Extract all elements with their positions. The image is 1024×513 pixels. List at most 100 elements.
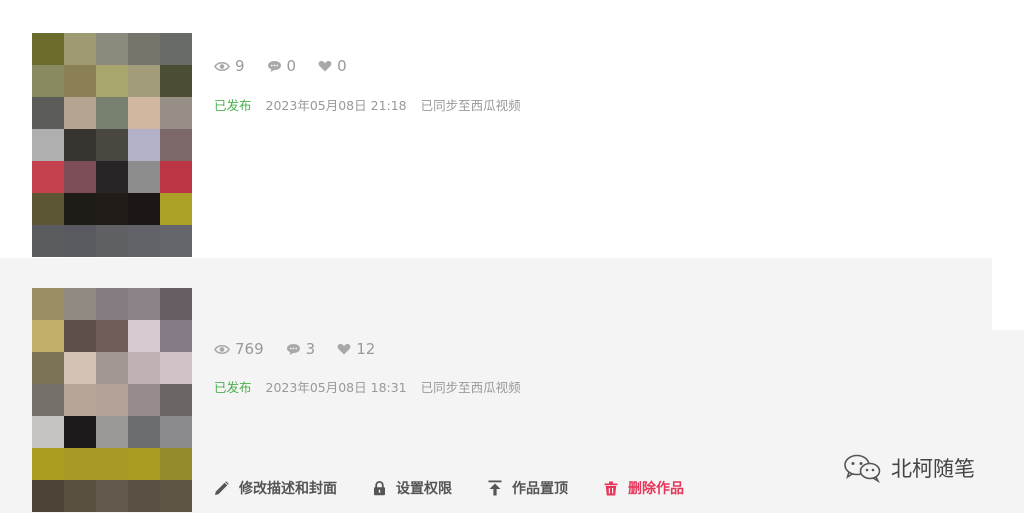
thumbnail-mosaic-cell [128,193,160,225]
thumbnail-mosaic-cell [64,129,96,161]
comments-count: 0 [286,57,297,75]
status-badge: 已发布 [214,380,252,395]
watermark-text: 北柯随笔 [891,457,975,481]
thumbnail-mosaic-cell [64,384,96,416]
thumbnail-mosaic-cell [128,352,160,384]
post-actions: 修改描述和封面 设置权限 作品置顶 删除作品 [214,478,720,498]
thumbnail-mosaic-cell [128,97,160,129]
post-thumbnail[interactable] [32,288,192,512]
thumbnail-mosaic-cell [96,480,128,512]
views-count: 9 [235,57,245,75]
edit-description-label: 修改描述和封面 [239,481,337,497]
watermark: 北柯随笔 [843,453,975,483]
thumbnail-mosaic-cell [32,416,64,448]
set-permissions-label: 设置权限 [396,481,452,497]
publish-date: 2023年05月08日 21:18 [265,98,407,113]
thumbnail-mosaic-cell [32,33,64,65]
post-thumbnail[interactable] [32,33,192,257]
thumbnail-mosaic-cell [160,480,192,512]
thumbnail-mosaic-cell [96,65,128,97]
thumbnail-mosaic-cell [160,97,192,129]
thumbnail-mosaic-cell [160,161,192,193]
heart-icon [318,61,332,72]
delete-post-label: 删除作品 [628,481,684,497]
status-badge: 已发布 [214,98,252,113]
thumbnail-mosaic-cell [128,448,160,480]
thumbnail-mosaic-cell [64,288,96,320]
thumbnail-mosaic-cell [128,384,160,416]
thumbnail-mosaic-cell [64,33,96,65]
thumbnail-mosaic-cell [160,65,192,97]
thumbnail-mosaic-cell [160,288,192,320]
thumbnail-mosaic-cell [64,480,96,512]
thumbnail-mosaic-cell [64,65,96,97]
thumbnail-mosaic-cell [160,33,192,65]
thumbnail-mosaic-cell [96,129,128,161]
thumbnail-mosaic-cell [64,416,96,448]
thumbnail-mosaic-cell [64,448,96,480]
thumbnail-mosaic-cell [96,161,128,193]
sync-status: 已同步至西瓜视频 [420,380,521,395]
likes-stat: 12 [337,340,375,358]
thumbnail-mosaic-cell [32,448,64,480]
heart-icon [337,344,351,355]
thumbnail-mosaic-cell [96,97,128,129]
publish-date: 2023年05月08日 18:31 [265,380,407,395]
thumbnail-mosaic-cell [32,129,64,161]
eye-icon [214,61,230,71]
comment-icon [267,60,281,72]
thumbnail-mosaic-cell [160,129,192,161]
post-stats: 9 0 0 [214,57,369,75]
thumbnail-mosaic-cell [128,129,160,161]
thumbnail-mosaic-cell [32,225,64,257]
edit-description-button[interactable]: 修改描述和封面 [214,478,337,498]
thumbnail-mosaic-cell [64,193,96,225]
wechat-icon [844,454,881,483]
thumbnail-mosaic-cell [64,320,96,352]
comments-stat: 0 [267,57,297,75]
thumbnail-mosaic-cell [96,352,128,384]
thumbnail-mosaic-cell [32,384,64,416]
thumbnail-mosaic-cell [128,480,160,512]
thumbnail-mosaic-cell [96,416,128,448]
pin-post-label: 作品置顶 [512,481,568,497]
pencil-icon [215,480,229,495]
eye-icon [214,344,230,354]
thumbnail-mosaic-cell [32,320,64,352]
thumbnail-mosaic-cell [128,225,160,257]
thumbnail-mosaic-cell [128,161,160,193]
thumbnail-mosaic-cell [160,225,192,257]
thumbnail-mosaic-cell [128,288,160,320]
thumbnail-mosaic-cell [32,352,64,384]
lock-icon [374,480,385,495]
pin-post-button[interactable]: 作品置顶 [488,478,568,498]
thumbnail-mosaic-cell [96,320,128,352]
likes-count: 0 [337,57,347,75]
thumbnail-mosaic-cell [160,352,192,384]
thumbnail-mosaic-cell [128,320,160,352]
thumbnail-mosaic-cell [160,448,192,480]
likes-count: 12 [356,340,376,358]
thumbnail-mosaic-cell [96,288,128,320]
views-stat: 9 [214,57,245,75]
thumbnail-mosaic-cell [64,352,96,384]
delete-post-button[interactable]: 删除作品 [604,478,684,498]
post-meta: 已发布 2023年05月08日 18:31 已同步至西瓜视频 [214,377,521,396]
thumbnail-mosaic-cell [64,161,96,193]
thumbnail-mosaic-cell [96,225,128,257]
thumbnail-mosaic-cell [96,448,128,480]
thumbnail-mosaic-cell [64,225,96,257]
thumbnail-mosaic-cell [32,480,64,512]
thumbnail-mosaic-cell [128,65,160,97]
views-count: 769 [235,340,264,358]
set-permissions-button[interactable]: 设置权限 [373,478,452,498]
post-card: 9 0 0 已发布 2023年05月08日 21:18 已同步至西瓜视频 [0,0,1024,258]
thumbnail-mosaic-cell [160,193,192,225]
comments-count: 3 [305,340,316,358]
post-stats: 769 3 12 [214,340,397,358]
views-stat: 769 [214,340,264,358]
thumbnail-mosaic-cell [32,193,64,225]
thumbnail-mosaic-cell [64,97,96,129]
likes-stat: 0 [318,57,347,75]
thumbnail-mosaic-cell [32,161,64,193]
